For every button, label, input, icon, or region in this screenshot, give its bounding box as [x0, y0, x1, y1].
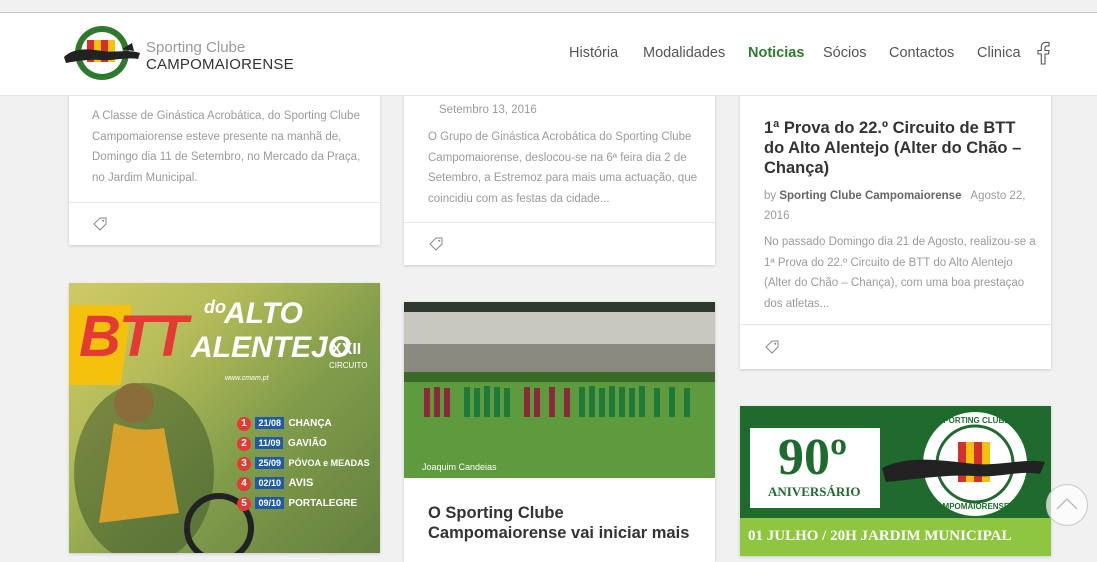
tag-icon[interactable] — [429, 237, 443, 251]
photo-credit: Joaquim Candeias — [422, 462, 497, 472]
post-by: by — [764, 190, 777, 202]
chevron-up-icon — [1056, 497, 1078, 510]
post-excerpt: A Classe de Ginástica Acrobática, do Spo… — [92, 110, 361, 184]
card-divider — [69, 202, 380, 203]
team-photo-image[interactable]: Joaquim Candeias — [404, 302, 715, 478]
badge-top-text: SPORTING CLUBE — [938, 416, 1010, 425]
card-divider — [740, 324, 1051, 325]
facebook-icon[interactable] — [1036, 41, 1050, 65]
anniversary-poster-image[interactable]: 90º ANIVERSÁRIO SPORTING CLUBE CAMPOMAIO… — [740, 406, 1051, 556]
post-excerpt: No passado Domingo dia 21 de Agosto, rea… — [764, 236, 1036, 310]
post-author[interactable]: Sporting Clube Campomaiorense — [779, 190, 961, 202]
tag-icon[interactable] — [765, 340, 779, 354]
post-title[interactable]: O Sporting Clube Campomaiorense vai inic… — [428, 503, 698, 543]
post-date: Setembro 13, 2016 — [439, 104, 537, 116]
stage-row: 2 11/09 GAVIÃO — [237, 433, 377, 451]
anniversary-label: ANIVERSÁRIO — [768, 484, 861, 499]
nav-clinica[interactable]: Clinica — [977, 45, 1021, 61]
anniversary-date-text: 01 JULHO / 20H JARDIM MUNICIPAL — [748, 528, 1012, 544]
brand-name[interactable]: Sporting Clube CAMPOMAIORENSE — [146, 39, 294, 73]
badge-bottom-text: CAMPOMAIORENSE — [931, 502, 1010, 511]
poster-stages-list: 1 21/08 CHANÇA 2 11/09 GAVIÃO 3 25/09 PÓ… — [237, 413, 377, 511]
card-divider — [404, 222, 715, 223]
anniversary-number: 90º — [778, 429, 848, 486]
poster-btt-text: BTT — [79, 304, 188, 369]
nav-historia[interactable]: História — [569, 45, 618, 61]
post-meta: by Sporting Clube Campomaiorense Agosto … — [764, 186, 1040, 226]
scroll-to-top-button[interactable] — [1046, 484, 1088, 526]
brand-line1: Sporting Clube — [146, 39, 246, 56]
stage-row: 5 09/10 PORTALEGRE — [237, 493, 377, 511]
nav-socios[interactable]: Sócios — [823, 45, 867, 61]
post-title[interactable]: 1ª Prova do 22.º Circuito de BTT do Alto… — [764, 118, 1040, 178]
poster-circuito: CIRCUITO — [329, 361, 368, 370]
stage-row: 1 21/08 CHANÇA — [237, 413, 377, 431]
tag-icon[interactable] — [93, 217, 107, 231]
post-excerpt: O Grupo de Ginástica Acrobática do Sport… — [428, 131, 698, 205]
poster-site: www.cmam.pt — [225, 375, 269, 382]
btt-poster-image[interactable]: BTT do ALTO ALENTEJO XXII CIRCUITO www.c… — [69, 283, 380, 553]
post-card-btt-poster[interactable]: BTT do ALTO ALENTEJO XXII CIRCUITO www.c… — [69, 283, 380, 553]
stage-row: 4 02/10 AVIS — [237, 473, 377, 491]
nav-contactos[interactable]: Contactos — [889, 45, 954, 61]
post-card-team-photo[interactable]: Joaquim Candeias O Sporting Clube Campom… — [404, 302, 715, 562]
site-header: Sporting Clube CAMPOMAIORENSE História M… — [0, 13, 1097, 96]
nav-noticias[interactable]: Noticias — [748, 45, 804, 61]
poster-edition: XXII — [331, 341, 362, 358]
stage-row: 3 25/09 PÓVOA e MEADAS — [237, 453, 377, 471]
post-card-anniversary[interactable]: 90º ANIVERSÁRIO SPORTING CLUBE CAMPOMAIO… — [740, 406, 1051, 556]
brand-line2: CAMPOMAIORENSE — [146, 56, 294, 73]
poster-alto-text: ALTO — [224, 297, 303, 330]
poster-do-text: do — [204, 297, 226, 317]
club-logo[interactable] — [62, 23, 142, 83]
nav-modalidades[interactable]: Modalidades — [643, 45, 725, 61]
poster-alentejo-text: ALENTEJO — [191, 331, 352, 364]
post-card-btt-first-race[interactable]: 1ª Prova do 22.º Circuito de BTT do Alto… — [740, 60, 1051, 369]
